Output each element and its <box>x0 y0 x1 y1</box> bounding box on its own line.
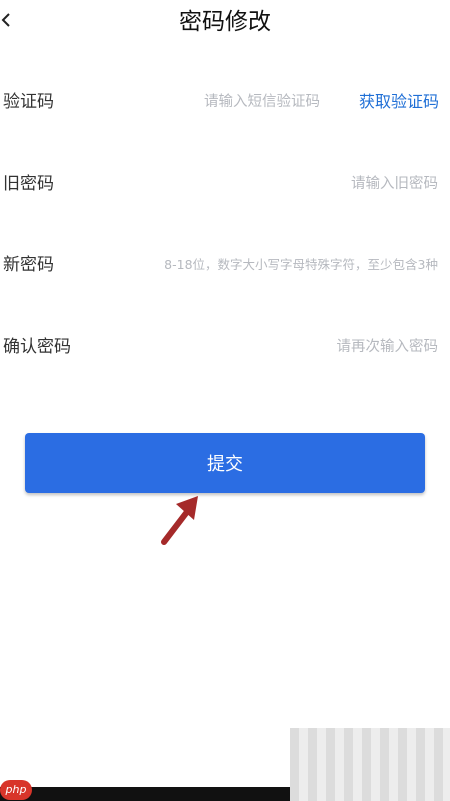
confirm-password-input[interactable] <box>108 334 438 360</box>
old-password-label: 旧密码 <box>3 174 54 194</box>
page-title: 密码修改 <box>179 9 271 35</box>
sms-code-row: 验证码 获取验证码 <box>0 82 450 122</box>
submit-button[interactable]: 提交 <box>25 433 425 493</box>
old-password-row: 旧密码 <box>0 164 450 204</box>
new-password-input[interactable] <box>108 252 438 278</box>
old-password-input[interactable] <box>108 171 438 197</box>
php-logo: php <box>0 780 32 800</box>
new-password-label: 新密码 <box>3 255 54 275</box>
get-code-button[interactable]: 获取验证码 <box>359 89 439 115</box>
sms-code-label: 验证码 <box>3 92 54 112</box>
header: 密码修改 <box>0 0 450 48</box>
new-password-row: 新密码 <box>0 245 450 285</box>
annotation-arrow-icon <box>161 496 198 545</box>
confirm-password-row: 确认密码 <box>0 327 450 367</box>
confirm-password-label: 确认密码 <box>3 337 71 357</box>
sms-code-input[interactable] <box>100 89 320 115</box>
blurred-watermark-area <box>290 728 450 801</box>
bottom-strip <box>0 787 290 801</box>
